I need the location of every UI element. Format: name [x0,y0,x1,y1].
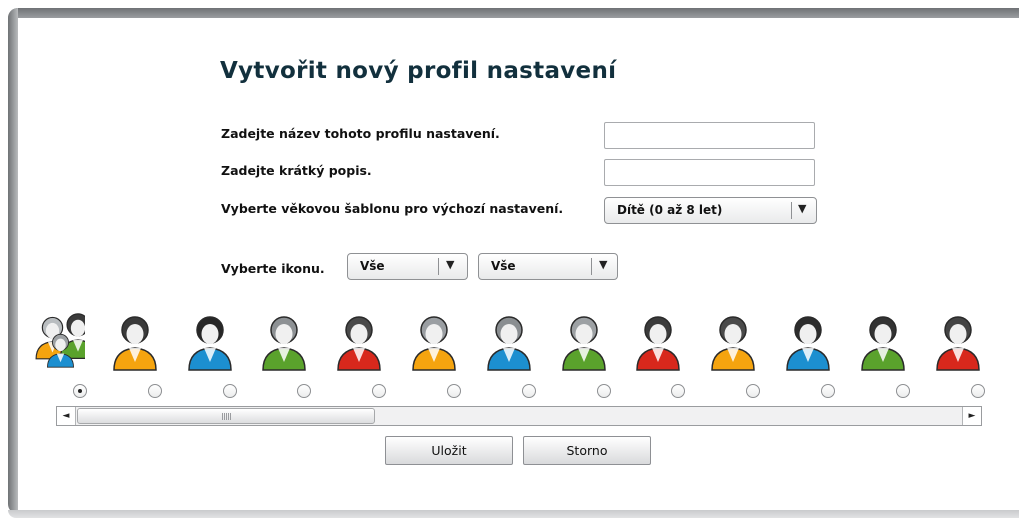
cancel-button[interactable]: Storno [523,436,651,465]
icon-filter-2-value: Vše [491,259,516,273]
radio-selected-dot [78,389,82,393]
icon-radio-11[interactable] [896,384,910,398]
icon-radio-12[interactable] [971,384,985,398]
chevron-down-icon[interactable]: ▼ [446,258,454,271]
age-template-label: Vyberte věkovou šablonu pro výchozí nast… [221,201,564,216]
icon-filter-dropdown-1[interactable]: Vše ▼ [347,253,468,280]
icon-radio-5[interactable] [447,384,461,398]
man-partial-icon[interactable] [933,306,983,376]
icon-radio-8[interactable] [671,384,685,398]
save-button[interactable]: Uložit [385,436,513,465]
woman-curly-hair-icon[interactable] [110,306,160,376]
age-template-dropdown[interactable]: Dítě (0 až 8 let) ▼ [604,197,817,224]
chevron-down-icon[interactable]: ▼ [599,258,607,271]
icon-filter-dropdown-2[interactable]: Vše ▼ [478,253,618,280]
icon-radio-4[interactable] [372,384,386,398]
description-input[interactable] [604,159,815,186]
icon-radio-10[interactable] [821,384,835,398]
icon-filter-1-value: Vše [360,259,385,273]
icon-radio-6[interactable] [522,384,536,398]
dropdown-separator [438,258,439,275]
icon-radio-3[interactable] [297,384,311,398]
chevron-down-icon[interactable]: ▼ [798,202,806,215]
frame-top-border [8,8,1019,18]
woman-gray-hair-icon[interactable] [484,306,534,376]
woman-dark-hair-icon[interactable] [185,306,235,376]
scrollbar-thumb[interactable] [77,408,375,424]
frame-left-border [8,8,18,514]
icon-radio-7[interactable] [597,384,611,398]
scroll-right-arrow-icon[interactable]: ► [962,407,981,425]
man-light-hair-icon[interactable] [559,306,609,376]
icon-radio-0[interactable] [73,384,87,398]
woman-long-hair-icon[interactable] [409,306,459,376]
man-short-hair-icon[interactable] [858,306,908,376]
horizontal-scrollbar[interactable]: ◄ ► [56,406,982,426]
woman-bob-hair-icon[interactable] [334,306,384,376]
profile-name-input[interactable] [604,122,815,149]
page-title: Vytvořit nový profil nastavení [220,58,617,84]
family-group-icon[interactable] [35,306,85,376]
age-template-value: Dítě (0 až 8 let) [617,203,723,217]
dropdown-separator [591,258,592,275]
icon-radio-9[interactable] [746,384,760,398]
profile-name-label: Zadejte název tohoto profilu nastavení. [221,126,500,141]
man-beard-icon[interactable] [708,306,758,376]
icon-radio-1[interactable] [148,384,162,398]
scrollbar-grip [222,413,232,420]
man-curly-hair-icon[interactable] [783,306,833,376]
icon-radio-2[interactable] [223,384,237,398]
description-label: Zadejte krátký popis. [221,163,372,178]
icon-select-label: Vyberte ikonu. [221,261,325,276]
scroll-left-arrow-icon[interactable]: ◄ [57,407,76,425]
frame-bottom-border [8,510,1019,518]
woman-light-hair-icon[interactable] [259,306,309,376]
dropdown-separator [791,202,792,219]
man-dark-hair-icon[interactable] [633,306,683,376]
